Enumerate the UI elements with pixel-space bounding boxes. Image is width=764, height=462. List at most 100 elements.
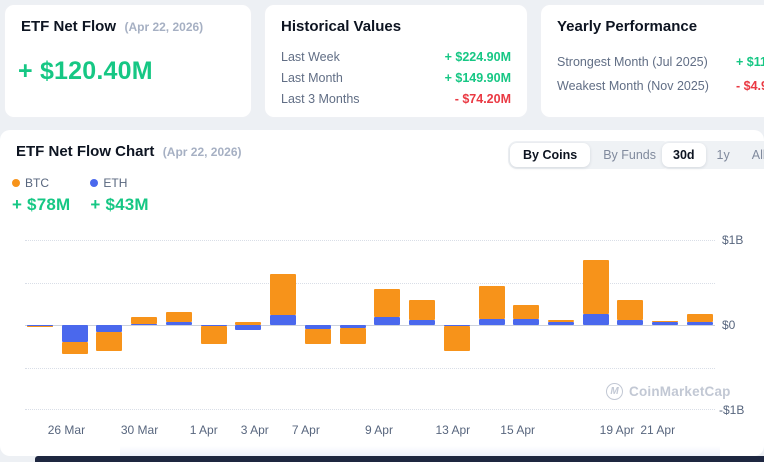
positive-stack — [582, 260, 609, 325]
positive-stack — [409, 300, 436, 325]
legend-head: ETH — [90, 176, 148, 190]
net-flow-card: ETF Net Flow (Apr 22, 2026) + $120.40M — [4, 4, 252, 118]
stat-row: Last 3 Months - $74.20M — [281, 88, 511, 109]
bar-group[interactable] — [513, 240, 540, 410]
yearly-performance-title: Yearly Performance — [557, 18, 698, 35]
bar-group[interactable] — [339, 240, 366, 410]
etf-dashboard: ETF Net Flow (Apr 22, 2026) + $120.40M H… — [0, 0, 764, 462]
positive-stack — [478, 286, 505, 325]
net-flow-title: ETF Net Flow — [21, 18, 116, 35]
positive-stack — [374, 289, 401, 325]
net-flow-date: (Apr 22, 2026) — [124, 20, 204, 34]
stat-row: Weakest Month (Nov 2025) - $4.9 — [557, 74, 764, 98]
legend-item-btc[interactable]: BTC + $78M — [12, 176, 70, 215]
watermark-text: CoinMarketCap — [629, 384, 731, 399]
bar-group[interactable] — [235, 240, 262, 410]
btc-segment — [131, 317, 158, 324]
negative-stack — [235, 325, 262, 330]
eth-segment — [374, 317, 401, 325]
positive-stack — [513, 305, 540, 325]
x-axis-label: 26 Mar — [47, 423, 86, 437]
btc-segment — [513, 305, 540, 319]
legend-item-eth[interactable]: ETH + $43M — [90, 176, 149, 215]
negative-stack — [61, 325, 88, 354]
stat-row-value: - $74.20M — [454, 91, 511, 106]
legend-name: ETH — [103, 176, 128, 190]
bar-group[interactable] — [374, 240, 401, 410]
stat-row-label: Last Week — [281, 49, 340, 64]
btc-segment — [339, 328, 366, 344]
bottom-scrollbar[interactable] — [35, 456, 764, 462]
btc-segment — [409, 300, 436, 320]
positive-stack — [131, 317, 158, 325]
bar-group[interactable] — [443, 240, 470, 410]
negative-stack — [443, 325, 470, 351]
btc-segment — [200, 326, 227, 344]
yearly-performance-header: Yearly Performance — [541, 5, 764, 36]
bar-group[interactable] — [131, 240, 158, 410]
positive-stack — [686, 314, 713, 325]
negative-stack — [304, 325, 331, 344]
eth-segment — [617, 320, 644, 325]
eth-segment — [270, 315, 297, 325]
bar-group[interactable] — [582, 240, 609, 410]
btc-segment — [165, 312, 192, 322]
eth-segment — [548, 322, 575, 325]
eth-segment — [409, 320, 436, 325]
chart-header: ETF Net Flow Chart (Apr 22, 2026) — [16, 143, 242, 161]
range-all[interactable]: All — [741, 143, 764, 167]
bar-group[interactable] — [61, 240, 88, 410]
bar-group[interactable] — [27, 240, 53, 410]
y-axis-label-zero: $0 — [722, 318, 736, 332]
bar-group[interactable] — [200, 240, 227, 410]
bar-group[interactable] — [548, 240, 575, 410]
btc-segment — [61, 342, 88, 354]
positive-stack — [548, 320, 575, 325]
x-axis-label: 3 Apr — [240, 423, 269, 437]
negative-stack — [200, 325, 227, 344]
historical-values-card: Historical Values Last Week + $224.90M Las… — [264, 4, 528, 118]
bottom-fade — [120, 446, 720, 456]
negative-stack — [339, 325, 366, 344]
bar-group[interactable] — [270, 240, 297, 410]
positive-stack — [617, 300, 644, 325]
toggle-by-funds[interactable]: By Funds — [590, 143, 669, 167]
legend-head: BTC — [12, 176, 70, 190]
positive-stack — [270, 274, 297, 325]
x-axis-label: 13 Apr — [435, 423, 471, 437]
negative-stack — [96, 325, 123, 351]
range-1y[interactable]: 1y — [706, 143, 741, 167]
yearly-performance-card: Yearly Performance Strongest Month (Jul … — [540, 4, 764, 118]
stat-row-label: Last 3 Months — [281, 91, 360, 106]
stat-row: Last Month + $149.90M — [281, 67, 511, 88]
eth-segment — [513, 319, 540, 325]
eth-segment — [686, 322, 713, 325]
eth-segment — [96, 325, 123, 332]
coinmarketcap-watermark: M CoinMarketCap — [606, 383, 731, 400]
btc-segment — [443, 326, 470, 351]
chart-legend: BTC + $78M ETH + $43M — [12, 176, 149, 215]
bar-group[interactable] — [96, 240, 123, 410]
coinmarketcap-logo-icon: M — [606, 383, 623, 400]
btc-segment — [270, 274, 297, 315]
net-flow-value: + $120.40M — [18, 57, 153, 85]
historical-values-header: Historical Values — [265, 5, 527, 36]
historical-values-title: Historical Values — [281, 18, 402, 35]
legend-value: + $43M — [90, 195, 149, 214]
stat-row-label: Weakest Month (Nov 2025) — [557, 79, 709, 93]
toggle-by-coins[interactable]: By Coins — [510, 143, 591, 167]
positive-stack — [165, 312, 192, 325]
view-toggle-group: By Coins By Funds — [508, 141, 671, 169]
bar-group[interactable] — [165, 240, 192, 410]
eth-dot-icon — [90, 179, 99, 187]
bar-group[interactable] — [304, 240, 331, 410]
net-flow-card-header: ETF Net Flow (Apr 22, 2026) — [5, 5, 251, 36]
x-axis-labels: 26 Mar 30 Mar 1 Apr 3 Apr 7 Apr 9 Apr 13 Apr 15… — [25, 423, 715, 439]
btc-segment — [582, 260, 609, 314]
etf-net-flow-chart-card: ETF Net Flow Chart (Apr 22, 2026) By Coi… — [0, 130, 764, 456]
bar-group[interactable] — [409, 240, 436, 410]
bar-group[interactable] — [478, 240, 505, 410]
y-axis-label-bottom: -$1B — [719, 403, 745, 417]
range-30d[interactable]: 30d — [662, 143, 706, 167]
x-axis-label: 15 Apr — [500, 423, 536, 437]
